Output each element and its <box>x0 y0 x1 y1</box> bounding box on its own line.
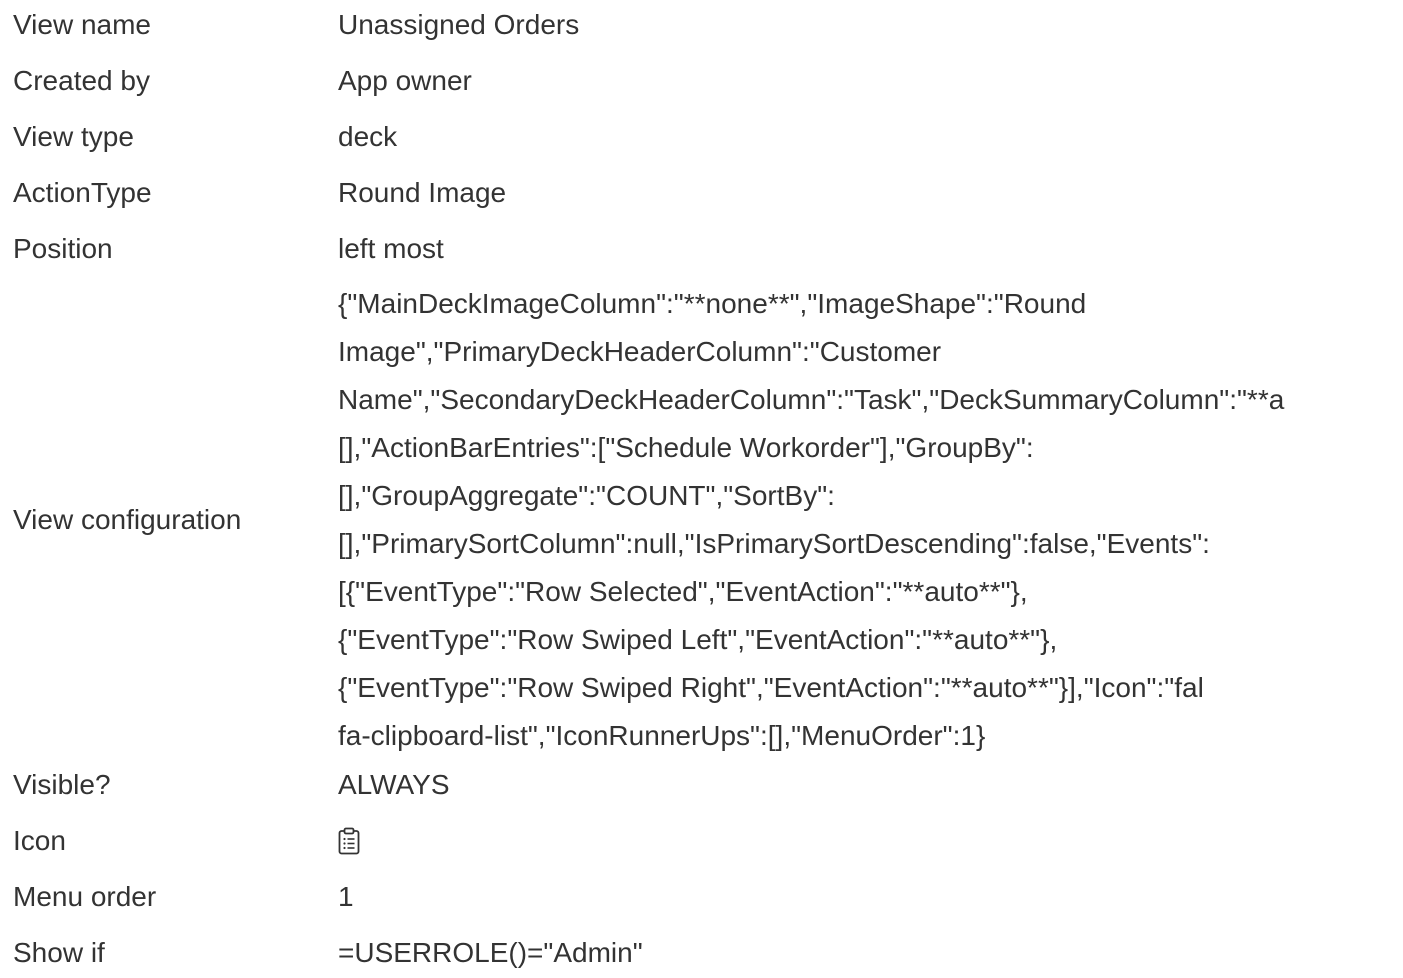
property-label: View name <box>13 9 152 40</box>
property-value: left most <box>338 233 444 264</box>
config-line: {"MainDeckImageColumn":"**none**","Image… <box>338 288 1087 319</box>
view-properties-table: View name Unassigned Orders Created by A… <box>0 0 1403 976</box>
property-label: ActionType <box>13 177 152 208</box>
property-label: Visible? <box>13 769 111 800</box>
property-value: App owner <box>338 65 472 96</box>
clipboard-list-icon <box>338 816 360 866</box>
property-row-view-name: View name Unassigned Orders <box>0 0 1403 56</box>
property-row-position: Position left most <box>0 224 1403 280</box>
config-line: {"EventType":"Row Swiped Left","EventAct… <box>338 624 1058 655</box>
config-line: {"EventType":"Row Swiped Right","EventAc… <box>338 672 1204 703</box>
property-row-action-type: ActionType Round Image <box>0 168 1403 224</box>
property-label: Menu order <box>13 881 157 912</box>
property-label: Created by <box>13 65 150 96</box>
property-label: Position <box>13 233 113 264</box>
config-line: fa-clipboard-list","IconRunnerUps":[],"M… <box>338 720 986 751</box>
view-configuration-json: {"MainDeckImageColumn":"**none**","Image… <box>338 280 1403 760</box>
property-label: View type <box>13 121 134 152</box>
config-line: Name","SecondaryDeckHeaderColumn":"Task"… <box>338 384 1285 415</box>
config-line: [],"PrimarySortColumn":null,"IsPrimarySo… <box>338 528 1210 559</box>
property-row-icon: Icon <box>0 816 1403 872</box>
config-line: [],"ActionBarEntries":["Schedule Workord… <box>338 432 1034 463</box>
property-row-show-if: Show if =USERROLE()="Admin" <box>0 928 1403 976</box>
property-row-view-type: View type deck <box>0 112 1403 168</box>
property-row-visible: Visible? ALWAYS <box>0 760 1403 816</box>
property-row-created-by: Created by App owner <box>0 56 1403 112</box>
property-value: Round Image <box>338 177 507 208</box>
property-label: Show if <box>13 937 105 968</box>
property-value: deck <box>338 121 398 152</box>
property-value: 1 <box>338 881 354 912</box>
property-value: =USERROLE()="Admin" <box>338 937 643 968</box>
property-value: ALWAYS <box>338 769 450 800</box>
config-line: [],"GroupAggregate":"COUNT","SortBy": <box>338 480 835 511</box>
config-line: Image","PrimaryDeckHeaderColumn":"Custom… <box>338 336 942 367</box>
property-label: Icon <box>13 825 66 856</box>
property-row-view-configuration: View configuration {"MainDeckImageColumn… <box>0 280 1403 760</box>
config-line: [{"EventType":"Row Selected","EventActio… <box>338 576 1028 607</box>
property-value: Unassigned Orders <box>338 9 580 40</box>
property-row-menu-order: Menu order 1 <box>0 872 1403 928</box>
property-label: View configuration <box>13 504 242 535</box>
